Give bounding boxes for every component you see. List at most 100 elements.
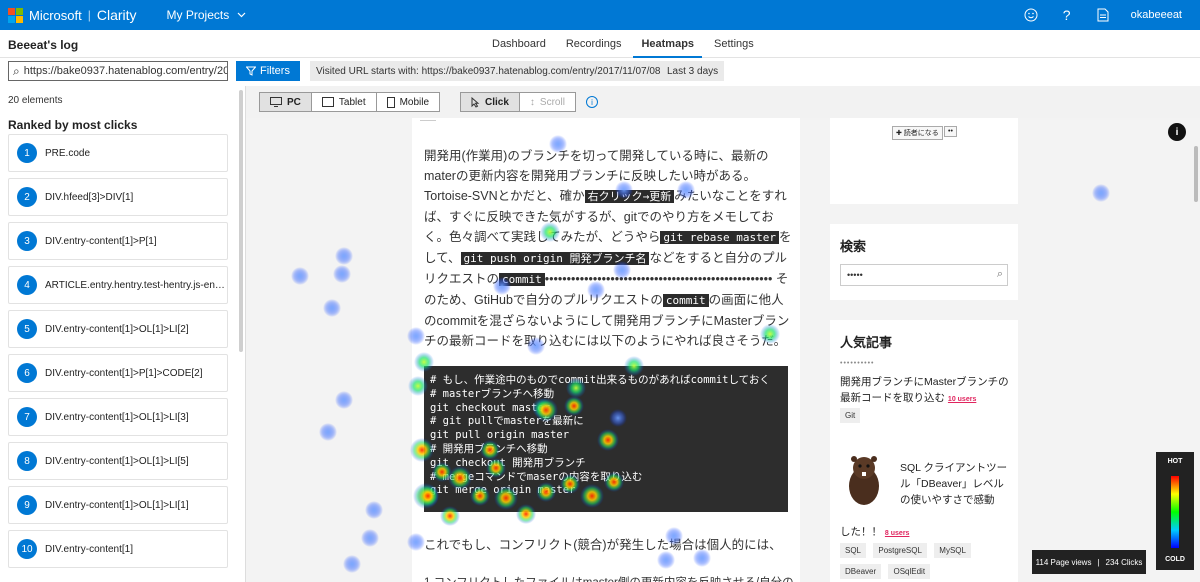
list-item[interactable]: 4 ARTICLE.entry.hentry.test-hentry.js-ent… bbox=[8, 266, 228, 304]
device-pc-button[interactable]: PC bbox=[260, 93, 312, 111]
subscribe-more-button[interactable]: •• bbox=[944, 126, 957, 137]
rank-badge: 8 bbox=[17, 451, 37, 471]
code-line: git merge origin master bbox=[430, 484, 576, 497]
blog-search-input[interactable]: ••••• ⌕ bbox=[840, 264, 1008, 286]
heat-spot bbox=[1092, 184, 1110, 202]
document-icon[interactable] bbox=[1095, 8, 1111, 22]
tag-sql[interactable]: SQL bbox=[840, 543, 867, 558]
sidebar-scrollbar[interactable] bbox=[239, 90, 243, 352]
blog-article: 開発用(作業用)のブランチを切って開発している時に、最新のmaterの更新内容を… bbox=[412, 118, 800, 582]
url-search-input[interactable]: ⌕ https://bake0937.hatenablog.com/entry/… bbox=[8, 61, 228, 81]
users-badge[interactable]: 10 users bbox=[948, 396, 976, 403]
code-line: git pull origin master bbox=[430, 429, 570, 442]
popular-articles-widget: 人気記事 •••••••••• 開発用ブランチにMasterブランチの最新コード… bbox=[830, 320, 1018, 582]
list-item[interactable]: 8 DIV.entry-content[1]>OL[1]>LI[5] bbox=[8, 442, 228, 480]
heat-spot bbox=[323, 299, 341, 317]
legend-cold-label: COLD bbox=[1165, 556, 1185, 563]
search-icon[interactable]: ⌕ bbox=[997, 268, 1003, 281]
help-icon[interactable]: ? bbox=[1059, 7, 1075, 23]
brand-separator: | bbox=[87, 8, 91, 22]
code-block: # もし、作業途中のものでcommit出来るものがあればcommitしておく #… bbox=[424, 366, 788, 512]
smiley-feedback-icon[interactable] bbox=[1023, 8, 1039, 22]
list-item[interactable]: 7 DIV.entry-content[1]>OL[1]>LI[3] bbox=[8, 398, 228, 436]
scroll-mode-label: Scroll bbox=[539, 96, 565, 108]
element-selector: DIV.entry-content[1]>P[1]>CODE[2] bbox=[45, 367, 203, 379]
tag-mysql[interactable]: MySQL bbox=[934, 543, 971, 558]
heat-spot bbox=[333, 265, 351, 283]
rank-badge: 10 bbox=[17, 539, 37, 559]
popular-article-title: 開発用ブランチにMasterブランチの最新コードを取り込む bbox=[840, 376, 1009, 404]
list-item[interactable]: 6 DIV.entry-content[1]>P[1]>CODE[2] bbox=[8, 354, 228, 392]
device-tablet-button[interactable]: Tablet bbox=[312, 93, 377, 111]
list-item[interactable]: 10 DIV.entry-content[1] bbox=[8, 530, 228, 568]
popular-article-tail: した！！ 8 users bbox=[840, 524, 909, 539]
tag-list: SQL PostgreSQL MySQL DBeaver OSqlEdit bbox=[840, 542, 1018, 582]
popular-article-link[interactable]: 開発用ブランチにMasterブランチの最新コードを取り込む 10 users bbox=[840, 374, 1012, 408]
tablet-icon bbox=[321, 97, 334, 107]
list-item[interactable]: 9 DIV.entry-content[1]>OL[1]>LI[1] bbox=[8, 486, 228, 524]
list-item[interactable]: 3 DIV.entry-content[1]>P[1] bbox=[8, 222, 228, 260]
click-mode-button[interactable]: Click bbox=[461, 93, 520, 111]
heatmap-info-icon[interactable]: i bbox=[1168, 123, 1186, 141]
tag-postgresql[interactable]: PostgreSQL bbox=[873, 543, 927, 558]
article-after-code: これでもし、コンフリクト(競合)が発生した場合は個人的には、 bbox=[424, 538, 782, 552]
search-icon: ⌕ bbox=[13, 63, 20, 78]
elements-sidebar: 20 elements Ranked by most clicks 1 PRE.c… bbox=[0, 86, 246, 582]
rank-badge: 1 bbox=[17, 143, 37, 163]
tag-dbeaver[interactable]: DBeaver bbox=[840, 564, 882, 579]
filter-funnel-icon bbox=[246, 66, 257, 76]
list-item[interactable]: 1 PRE.code bbox=[8, 134, 228, 172]
popular-article-link[interactable]: SQL クライアントツール「DBeaver」レベルの使いやすさで感動 bbox=[900, 460, 1010, 508]
inline-code: commit bbox=[662, 294, 709, 307]
url-filter-chip-label: Visited URL starts with: https://bake093… bbox=[316, 65, 687, 77]
url-filter-chip[interactable]: Visited URL starts with: https://bake093… bbox=[310, 61, 693, 81]
heat-spot bbox=[319, 423, 337, 441]
element-selector: DIV.entry-content[1] bbox=[45, 543, 134, 555]
rank-badge: 3 bbox=[17, 231, 37, 251]
heatmap-viewport[interactable]: 開発用(作業用)のブランチを切って開発している時に、最新のmaterの更新内容を… bbox=[246, 118, 1200, 582]
tag-osqledit[interactable]: OSqlEdit bbox=[888, 564, 931, 579]
nav-tabs: Dashboard Recordings Heatmaps Settings bbox=[484, 30, 766, 58]
legend-hot-label: HOT bbox=[1167, 458, 1183, 465]
list-item[interactable]: 2 DIV.hfeed[3]>DIV[1] bbox=[8, 178, 228, 216]
viewport-scrollbar[interactable] bbox=[1194, 146, 1198, 202]
element-list: 1 PRE.code 2 DIV.hfeed[3]>DIV[1] 3 DIV.entr… bbox=[8, 134, 228, 574]
inline-code: git rebase master bbox=[660, 231, 779, 244]
click-count: 234 Clicks bbox=[1105, 557, 1143, 567]
microsoft-logo-icon bbox=[8, 7, 23, 23]
info-icon[interactable]: i bbox=[586, 96, 598, 108]
phone-icon bbox=[386, 96, 395, 108]
user-name[interactable]: okabeeeat bbox=[1131, 9, 1182, 21]
my-projects-dropdown[interactable]: My Projects bbox=[167, 8, 247, 22]
rank-badge: 9 bbox=[17, 495, 37, 515]
tab-heatmaps[interactable]: Heatmaps bbox=[633, 30, 703, 58]
tab-dashboard[interactable]: Dashboard bbox=[484, 30, 554, 58]
heat-spot bbox=[291, 267, 309, 285]
product-name[interactable]: Clarity bbox=[97, 7, 137, 23]
list-item[interactable]: 5 DIV.entry-content[1]>OL[1]>LI[2] bbox=[8, 310, 228, 348]
cursor-icon bbox=[471, 96, 480, 108]
beaver-avatar bbox=[849, 456, 879, 505]
device-mobile-button[interactable]: Mobile bbox=[377, 93, 439, 111]
inline-code: commit bbox=[499, 273, 545, 286]
scroll-mode-button[interactable]: ↕ Scroll bbox=[520, 93, 575, 111]
subscribe-button[interactable]: ✚ 読者になる bbox=[892, 126, 943, 140]
heat-legend: HOT COLD bbox=[1156, 452, 1194, 570]
users-badge[interactable]: 8 users bbox=[885, 530, 910, 537]
tab-recordings[interactable]: Recordings bbox=[558, 30, 630, 58]
date-range-chip[interactable]: Last 3 days bbox=[661, 61, 725, 81]
filters-button[interactable]: Filters bbox=[236, 61, 300, 81]
tab-settings[interactable]: Settings bbox=[706, 30, 762, 58]
element-selector: DIV.entry-content[1]>OL[1]>LI[1] bbox=[45, 499, 189, 511]
device-pc-label: PC bbox=[287, 96, 301, 108]
element-selector: DIV.entry-content[1]>OL[1]>LI[2] bbox=[45, 323, 189, 335]
device-tablet-label: Tablet bbox=[338, 96, 366, 108]
popular-title: 人気記事 bbox=[840, 335, 893, 350]
tag-git[interactable]: Git bbox=[840, 408, 861, 423]
article-list-item: 1.コンフリクトしたファイルはmaster側の更新内容を反映させる/自分の更新内 bbox=[424, 574, 800, 582]
code-line: git checkout 開発用ブランチ bbox=[430, 456, 586, 469]
heat-spot bbox=[365, 501, 383, 519]
inline-code: 右クリック→更新 bbox=[584, 190, 675, 203]
heat-spot bbox=[361, 529, 379, 547]
code-line: git checkout master bbox=[430, 401, 551, 414]
